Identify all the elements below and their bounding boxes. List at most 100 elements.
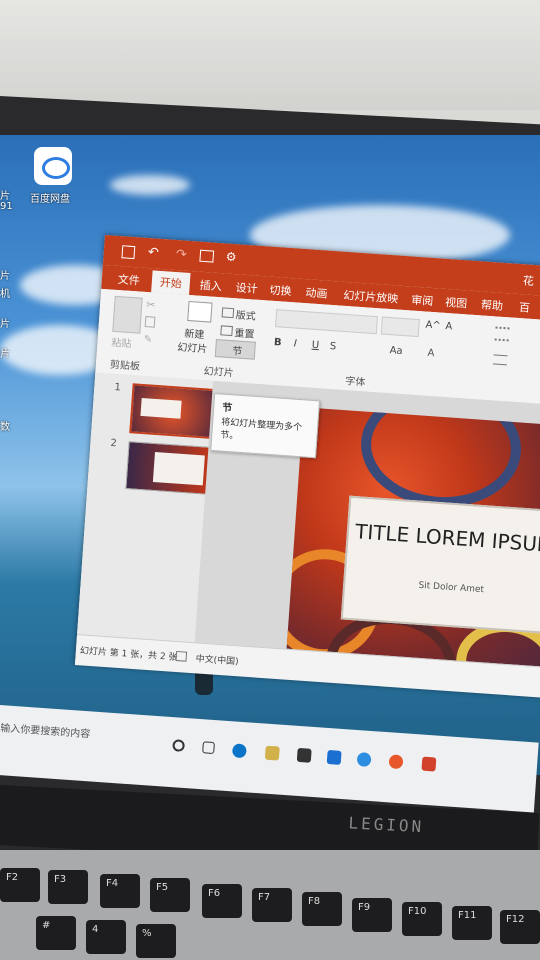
key[interactable]: F3 bbox=[48, 870, 88, 904]
paste-button[interactable] bbox=[112, 295, 143, 334]
desktop-edge-text: 片 bbox=[0, 191, 10, 202]
tab-home[interactable]: 开始 bbox=[151, 270, 191, 296]
key[interactable]: F11 bbox=[452, 906, 492, 940]
reset-button[interactable]: 重置 bbox=[234, 324, 255, 340]
cortana-icon[interactable] bbox=[172, 739, 186, 752]
clipboard-group-label: 剪贴板 bbox=[109, 359, 141, 373]
tooltip-title: 节 bbox=[221, 402, 233, 415]
thumbnail-number: 1 bbox=[113, 382, 122, 394]
slide-subtitle[interactable]: Sit Dolor Amet bbox=[351, 576, 540, 600]
cut-icon[interactable]: ✂ bbox=[146, 298, 156, 312]
edge-icon[interactable] bbox=[231, 743, 247, 759]
key[interactable]: # bbox=[36, 916, 76, 950]
tab-animations[interactable]: 动画 bbox=[305, 284, 328, 301]
keyboard: F2 F3 F4 F5 F6 F7 F8 F9 F10 F11 F12 # 4 … bbox=[0, 850, 540, 960]
slide-title-placeholder[interactable]: TITLE LOREM IPSUM Sit Dolor Amet bbox=[340, 495, 540, 636]
current-slide[interactable]: TITLE LOREM IPSUM Sit Dolor Amet bbox=[285, 407, 540, 688]
tab-view[interactable]: 视图 bbox=[445, 294, 468, 311]
grow-font-button[interactable]: A^ bbox=[425, 320, 441, 332]
layout-icon[interactable] bbox=[221, 307, 235, 319]
key[interactable]: F6 bbox=[202, 884, 242, 918]
layout-button[interactable]: 版式 bbox=[235, 306, 256, 322]
thumbnail-title-box bbox=[140, 397, 182, 419]
change-case-button[interactable]: Aa bbox=[389, 345, 403, 357]
copy-icon[interactable] bbox=[144, 316, 156, 328]
key[interactable]: F9 bbox=[352, 898, 392, 932]
desktop-edge-text: 片 bbox=[0, 271, 10, 282]
text-direction-icon[interactable] bbox=[492, 354, 508, 366]
paste-label[interactable]: 粘贴 bbox=[111, 334, 132, 350]
key[interactable]: F12 bbox=[500, 910, 540, 944]
redo-icon[interactable]: ↷ bbox=[175, 247, 187, 263]
customize-icon[interactable]: ⚙ bbox=[225, 249, 237, 264]
tab-insert[interactable]: 插入 bbox=[199, 277, 222, 294]
format-painter-icon[interactable]: ✎ bbox=[143, 334, 152, 346]
taskbar-search-input[interactable]: 输入你要搜索的内容 bbox=[0, 719, 91, 740]
font-color-button[interactable]: A bbox=[427, 348, 435, 359]
section-button[interactable]: 节 bbox=[214, 338, 256, 360]
slide-thumbnails-pane: 1 2 bbox=[77, 372, 217, 643]
key[interactable]: F10 bbox=[402, 902, 442, 936]
tab-design[interactable]: 设计 bbox=[235, 279, 258, 296]
task-view-icon[interactable] bbox=[202, 741, 215, 755]
slide-thumbnail[interactable] bbox=[129, 383, 217, 440]
desktop-edge-text: 片 bbox=[0, 349, 10, 360]
save-icon[interactable] bbox=[121, 245, 136, 260]
strike-button[interactable]: S bbox=[329, 341, 336, 352]
tooltip-body: 将幻灯片整理为多个节。 bbox=[219, 417, 303, 442]
wall-background bbox=[0, 0, 540, 110]
font-name-select[interactable] bbox=[274, 309, 378, 335]
mail-icon[interactable] bbox=[326, 749, 342, 765]
key[interactable]: F8 bbox=[302, 892, 342, 926]
font-size-select[interactable] bbox=[380, 316, 420, 338]
powerpoint-taskbar-icon[interactable] bbox=[421, 756, 437, 772]
tab-transitions[interactable]: 切换 bbox=[269, 282, 292, 299]
shrink-font-button[interactable]: A bbox=[445, 321, 453, 332]
notes-icon[interactable] bbox=[175, 650, 188, 662]
key[interactable]: F5 bbox=[150, 878, 190, 912]
cloud bbox=[110, 175, 190, 195]
file-explorer-icon[interactable] bbox=[264, 745, 280, 761]
tab-slideshow[interactable]: 幻灯片放映 bbox=[343, 287, 399, 307]
undo-icon[interactable]: ↶ bbox=[147, 245, 159, 261]
desktop-edge-text: 91 bbox=[0, 201, 13, 212]
tab-help[interactable]: 帮助 bbox=[481, 296, 504, 313]
thumbnail-content-box bbox=[152, 452, 205, 486]
baidu-netdisk-icon[interactable] bbox=[34, 147, 72, 185]
bullets-icon[interactable] bbox=[494, 326, 510, 342]
key[interactable]: 4 bbox=[86, 920, 126, 954]
key[interactable]: F4 bbox=[100, 874, 140, 908]
app-icon[interactable] bbox=[356, 752, 372, 768]
desktop-edge-text: 机 bbox=[0, 289, 10, 300]
slide-thumbnail[interactable] bbox=[125, 441, 211, 495]
section-label: 节 bbox=[231, 346, 243, 358]
slides-group-label: 幻灯片 bbox=[203, 366, 235, 380]
section-tooltip: 节 将幻灯片整理为多个节。 bbox=[210, 393, 320, 459]
key[interactable]: F2 bbox=[0, 868, 40, 902]
title-text: 花 bbox=[522, 274, 535, 289]
present-icon[interactable] bbox=[199, 249, 215, 263]
key[interactable]: % bbox=[136, 924, 176, 958]
new-slide-icon[interactable] bbox=[187, 300, 213, 323]
tab-file[interactable]: 文件 bbox=[117, 271, 140, 288]
underline-button[interactable]: U bbox=[311, 340, 319, 351]
bold-button[interactable]: B bbox=[274, 337, 282, 349]
slide-counter: 幻灯片 第 1 张，共 2 张 bbox=[79, 646, 178, 664]
laptop-brand: LEGION bbox=[348, 813, 425, 837]
reset-icon[interactable] bbox=[220, 325, 233, 337]
slide-pattern bbox=[357, 407, 526, 513]
tab-review[interactable]: 审阅 bbox=[411, 292, 434, 309]
tab-more[interactable]: 百 bbox=[518, 299, 530, 316]
slide-title[interactable]: TITLE LOREM IPSUM bbox=[354, 519, 540, 557]
italic-button[interactable]: I bbox=[293, 338, 297, 349]
baidu-cloud-shape bbox=[42, 157, 70, 179]
key[interactable]: F7 bbox=[252, 888, 292, 922]
desktop-icon-label: 百度网盘 bbox=[30, 194, 70, 205]
store-icon[interactable] bbox=[296, 747, 312, 763]
font-group-label: 字体 bbox=[344, 376, 366, 389]
desktop-edge-text: 数 bbox=[0, 422, 10, 433]
app-icon[interactable] bbox=[388, 754, 404, 770]
thumbnail-number: 2 bbox=[110, 437, 118, 450]
new-slide-label-2[interactable]: 幻灯片 bbox=[177, 338, 208, 355]
language-indicator[interactable]: 中文(中国) bbox=[195, 651, 239, 667]
